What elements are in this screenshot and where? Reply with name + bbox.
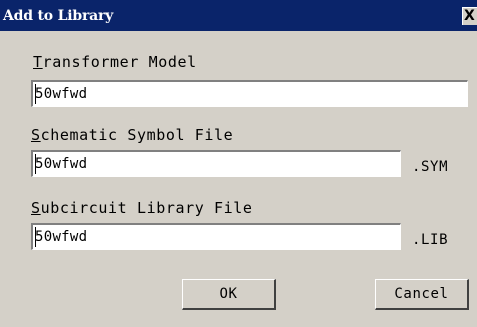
title-bar[interactable]: Add to Library X [0,0,477,31]
subcircuit-library-file-field[interactable] [31,223,401,250]
sym-extension-label: .SYM [412,159,449,175]
add-to-library-dialog: Add to Library X Transformer Model Schem… [0,0,477,327]
window-title: Add to Library [3,8,114,24]
text-caret [35,154,36,174]
close-icon: X [464,8,475,24]
close-button[interactable]: X [462,7,477,25]
schematic-symbol-file-input[interactable] [35,154,396,174]
text-caret [35,84,36,104]
transformer-model-input[interactable] [35,84,463,104]
cancel-button[interactable]: Cancel [375,279,469,310]
lib-extension-label: .LIB [412,232,449,248]
ok-button[interactable]: OK [182,279,276,310]
text-caret [35,227,36,247]
schematic-symbol-file-field[interactable] [31,150,401,177]
schematic-symbol-file-label: Schematic Symbol File [31,126,234,144]
subcircuit-library-file-label: Subcircuit Library File [31,199,253,217]
subcircuit-library-file-input[interactable] [35,227,396,247]
transformer-model-label: Transformer Model [33,53,197,71]
transformer-model-field[interactable] [31,80,468,107]
